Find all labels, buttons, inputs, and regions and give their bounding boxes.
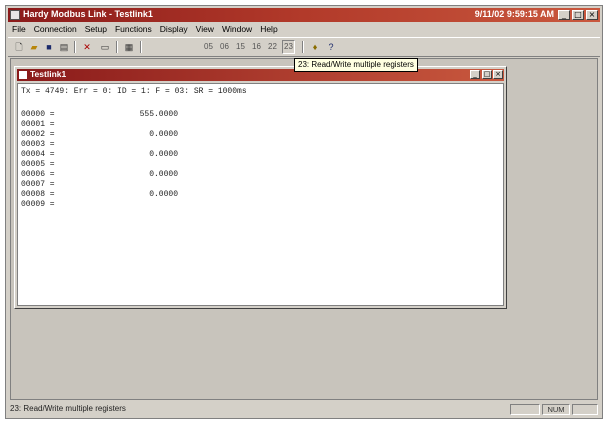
menu-view[interactable]: View [192,23,218,35]
register-view[interactable]: Tx = 4749: Err = 0: ID = 1: F = 03: SR =… [17,83,504,306]
paste-icon[interactable]: ▦ [122,40,136,54]
maximize-icon[interactable]: □ [572,10,584,20]
close-icon[interactable]: × [586,10,598,20]
register-address: 00000 = [21,110,55,119]
title-bar[interactable]: Hardy Modbus Link - Testlink1 9/11/02 9:… [8,8,600,22]
function-16-button[interactable]: 16 [250,40,263,54]
register-address: 00006 = [21,170,55,179]
minimize-icon[interactable]: _ [558,10,570,20]
help-icon[interactable]: ? [324,40,338,54]
register-address: 00009 = [21,200,55,209]
child-window-testlink1: Testlink1 _ □ × Tx = 4749: Err = 0: ID =… [14,66,507,309]
toolbar-separator [74,41,76,53]
register-value: 0.0000 [149,150,178,159]
function-23-button[interactable]: 23 [282,40,295,54]
child-title: Testlink1 [30,69,67,79]
register-value: 0.0000 [149,170,178,179]
menu-display[interactable]: Display [156,23,192,35]
register-address: 00002 = [21,130,55,139]
poll-status-line: Tx = 4749: Err = 0: ID = 1: F = 03: SR =… [21,87,247,96]
function-15-button[interactable]: 15 [234,40,247,54]
register-value: 0.0000 [149,130,178,139]
save-icon[interactable]: ■ [42,40,56,54]
register-address: 00001 = [21,120,55,129]
copy-icon[interactable]: ▭ [98,40,112,54]
status-pane-blank [510,404,540,415]
child-close-icon[interactable]: × [493,70,503,79]
function-22-button[interactable]: 22 [266,40,279,54]
toolbar-separator [116,41,118,53]
menu-setup[interactable]: Setup [81,23,111,35]
register-address: 00003 = [21,140,55,149]
status-bar: 23: Read/Write multiple registers NUM [8,403,600,416]
child-maximize-icon[interactable]: □ [482,70,492,79]
register-address: 00008 = [21,190,55,199]
menu-functions[interactable]: Functions [111,23,156,35]
child-minimize-icon[interactable]: _ [470,70,480,79]
register-value: 555.0000 [139,110,178,119]
status-message: 23: Read/Write multiple registers [10,404,126,413]
menu-window[interactable]: Window [218,23,256,35]
menu-help[interactable]: Help [256,23,281,35]
new-icon[interactable]: 🗋 [12,40,26,54]
lightbulb-icon[interactable]: ♦ [308,40,322,54]
menu-bar: File Connection Setup Functions Display View W… [8,23,600,36]
toolbar: 🗋 ▰ ■ ▤ ✕ ▭ ▦ 05 06 15 16 22 23 ♦ ? [8,37,600,57]
window-title: Hardy Modbus Link - Testlink1 [23,9,153,19]
function-05-button[interactable]: 05 [202,40,215,54]
toolbar-separator [140,41,142,53]
menu-file[interactable]: File [8,23,30,35]
toolbar-tooltip: 23: Read/Write multiple registers [294,58,418,72]
register-address: 00004 = [21,150,55,159]
print-icon[interactable]: ▤ [57,40,71,54]
clock-readout: 9/11/02 9:59:15 AM [474,9,554,19]
status-num-indicator: NUM [542,404,570,415]
child-app-icon[interactable] [19,71,27,79]
child-title-bar[interactable]: Testlink1 _ □ × [17,69,504,81]
menu-connection[interactable]: Connection [30,23,81,35]
function-06-button[interactable]: 06 [218,40,231,54]
toolbar-separator [302,41,304,53]
register-address: 00005 = [21,160,55,169]
register-address: 00007 = [21,180,55,189]
status-pane-blank [572,404,598,415]
open-icon[interactable]: ▰ [27,40,41,54]
app-icon[interactable] [10,10,20,20]
register-value: 0.0000 [149,190,178,199]
cut-icon[interactable]: ✕ [80,40,94,54]
